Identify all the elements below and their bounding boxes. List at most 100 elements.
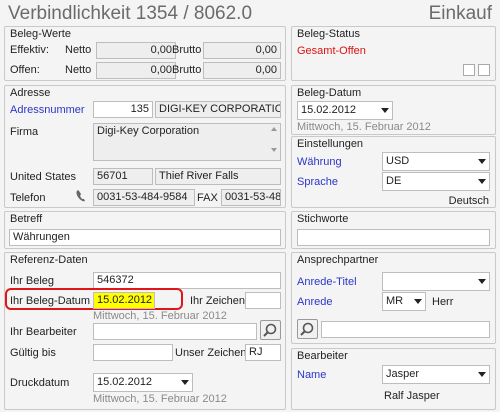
phone-icon[interactable] [75, 189, 87, 203]
sprache-text: Deutsch [448, 195, 489, 207]
netto-label-effektiv: Netto [65, 44, 92, 56]
chevron-down-icon[interactable] [381, 108, 389, 113]
status-checkbox-1[interactable] [463, 64, 475, 76]
brutto-label-offen: Brutto [172, 64, 202, 76]
sprache-select[interactable]: DE [382, 172, 490, 191]
firma-label: Firma [10, 126, 39, 138]
effektiv-netto-field: 0,00 [96, 42, 176, 59]
chevron-down-icon[interactable] [478, 159, 486, 164]
stichworte-title: Stichworte [297, 213, 349, 225]
chevron-down-icon[interactable] [478, 279, 486, 284]
brutto-label-effektiv: Brutto [172, 44, 202, 56]
druckdatum-text: Mittwoch, 15. Februar 2012 [93, 393, 227, 405]
offen-label: Offen: [10, 64, 40, 76]
ansprechpartner-title: Ansprechpartner [297, 254, 379, 266]
ihr-beleg-field[interactable]: 546372 [93, 272, 281, 289]
country-label: United States [10, 171, 77, 183]
sprache-label[interactable]: Sprache [297, 175, 338, 189]
ihr-beleg-datum-text: Mittwoch, 15. Februar 2012 [93, 310, 227, 322]
city-field: Thief River Falls [155, 168, 281, 185]
firma-field: Digi-Key Corporation [93, 123, 281, 161]
stichworte-field[interactable] [297, 229, 490, 246]
waehrung-label[interactable]: Währung [297, 155, 342, 169]
chevron-down-icon[interactable] [181, 380, 189, 385]
telefon-field: 0031-53-484-9584 [93, 189, 195, 206]
offen-brutto-field: 0,00 [203, 62, 281, 79]
druckdatum-value: 15.02.2012 [97, 376, 153, 388]
scroll-down-icon[interactable] [271, 148, 277, 152]
fax-label: FAX [197, 192, 218, 204]
ansprechpartner-search-button[interactable] [297, 319, 318, 339]
fax-field: 0031-53-484 [221, 189, 281, 206]
bearbeiter-search-button[interactable] [260, 320, 281, 340]
anrede-value: MR [386, 295, 404, 307]
gueltig-bis-label: Gültig bis [10, 347, 56, 359]
unser-zeichen-label: Unser Zeichen [175, 347, 247, 359]
bearbeiter-full-name: Ralf Jasper [384, 390, 440, 402]
ihr-zeichen-field[interactable] [245, 292, 281, 309]
mode-label: Einkauf [428, 3, 492, 24]
gueltig-bis-field[interactable] [93, 344, 173, 361]
chevron-down-icon[interactable] [478, 179, 486, 184]
effektiv-brutto-field: 0,00 [203, 42, 281, 59]
window-title: Verbindlichkeit 1354 / 8062.0 [8, 3, 253, 24]
status-text: Gesamt-Offen [297, 45, 366, 57]
scroll-up-icon[interactable] [271, 127, 277, 131]
druckdatum-picker[interactable]: 15.02.2012 [93, 373, 193, 392]
adress-name-field: DIGI-KEY CORPORATION [155, 101, 281, 118]
telefon-label: Telefon [10, 192, 46, 204]
ihr-beleg-datum-field[interactable]: 15.02.2012 [93, 292, 155, 309]
einstellungen-group: Einstellungen Währung USD Sprache DE Deu… [291, 136, 496, 208]
status-checkbox-2[interactable] [478, 64, 490, 76]
offen-netto-field: 0,00 [96, 62, 176, 79]
ihr-zeichen-label: Ihr Zeichen [190, 295, 246, 307]
beleg-datum-text: Mittwoch, 15. Februar 2012 [297, 121, 431, 133]
beleg-status-title: Beleg-Status [297, 28, 360, 40]
betreff-field[interactable]: Währungen [9, 229, 281, 246]
bearbeiter-name-value: Jasper [386, 368, 420, 380]
unser-zeichen-field[interactable]: RJ [245, 344, 281, 361]
anrede-label[interactable]: Anrede [297, 295, 332, 309]
beleg-datum-title: Beleg-Datum [297, 87, 362, 99]
search-icon [263, 323, 277, 337]
einstellungen-title: Einstellungen [297, 138, 364, 150]
anrede-select[interactable]: MR [382, 292, 426, 311]
ihr-beleg-datum-label: Ihr Beleg-Datum [10, 295, 91, 307]
bearbeiter-name-select[interactable]: Jasper [382, 365, 490, 384]
adressnummer-field[interactable]: 135 [93, 101, 153, 118]
adresse-title: Adresse [10, 87, 51, 99]
beleg-datum-value: 15.02.2012 [301, 104, 357, 116]
druckdatum-label: Druckdatum [10, 377, 70, 389]
waehrung-select[interactable]: USD [382, 152, 490, 171]
stichworte-group: Stichworte [291, 211, 496, 249]
anrede-titel-select[interactable] [382, 272, 490, 291]
bearbeiter-title: Bearbeiter [297, 350, 348, 362]
betreff-title: Betreff [10, 213, 43, 225]
bearbeiter-field[interactable] [93, 323, 257, 340]
ihr-beleg-label: Ihr Beleg [10, 275, 55, 287]
referenz-daten-group: Referenz-Daten Ihr Beleg 546372 Ihr Bele… [4, 252, 286, 410]
beleg-datum-picker[interactable]: 15.02.2012 [297, 101, 393, 120]
beleg-status-group: Beleg-Status Gesamt-Offen [291, 26, 496, 81]
sprache-value: DE [386, 175, 402, 187]
chevron-down-icon[interactable] [478, 372, 486, 377]
waehrung-value: USD [386, 155, 410, 167]
search-icon [300, 322, 314, 336]
beleg-datum-group: Beleg-Datum 15.02.2012 Mittwoch, 15. Feb… [291, 85, 496, 135]
beleg-werte-title: Beleg-Werte [10, 28, 71, 40]
zip-field: 56701 [93, 168, 153, 185]
adressnummer-label[interactable]: Adressnummer [10, 103, 85, 117]
ansprechpartner-group: Ansprechpartner Anrede-Titel Anrede MR H… [291, 252, 496, 344]
ansprechpartner-field[interactable] [321, 321, 490, 338]
bearbeiter-group: Bearbeiter Name Jasper Ralf Jasper [291, 348, 496, 410]
bearbeiter-label: Ihr Bearbeiter [10, 326, 77, 338]
adresse-group: Adresse Adressnummer 135 DIGI-KEY CORPOR… [4, 85, 286, 208]
referenz-daten-title: Referenz-Daten [10, 254, 88, 266]
chevron-down-icon[interactable] [414, 299, 422, 304]
betreff-group: Betreff Währungen [4, 211, 286, 249]
bearbeiter-name-label[interactable]: Name [297, 368, 326, 382]
anrede-titel-label[interactable]: Anrede-Titel [297, 275, 357, 289]
effektiv-label: Effektiv: [10, 44, 49, 56]
beleg-werte-group: Beleg-Werte Effektiv: Netto 0,00 Brutto … [4, 26, 286, 81]
netto-label-offen: Netto [65, 64, 92, 76]
